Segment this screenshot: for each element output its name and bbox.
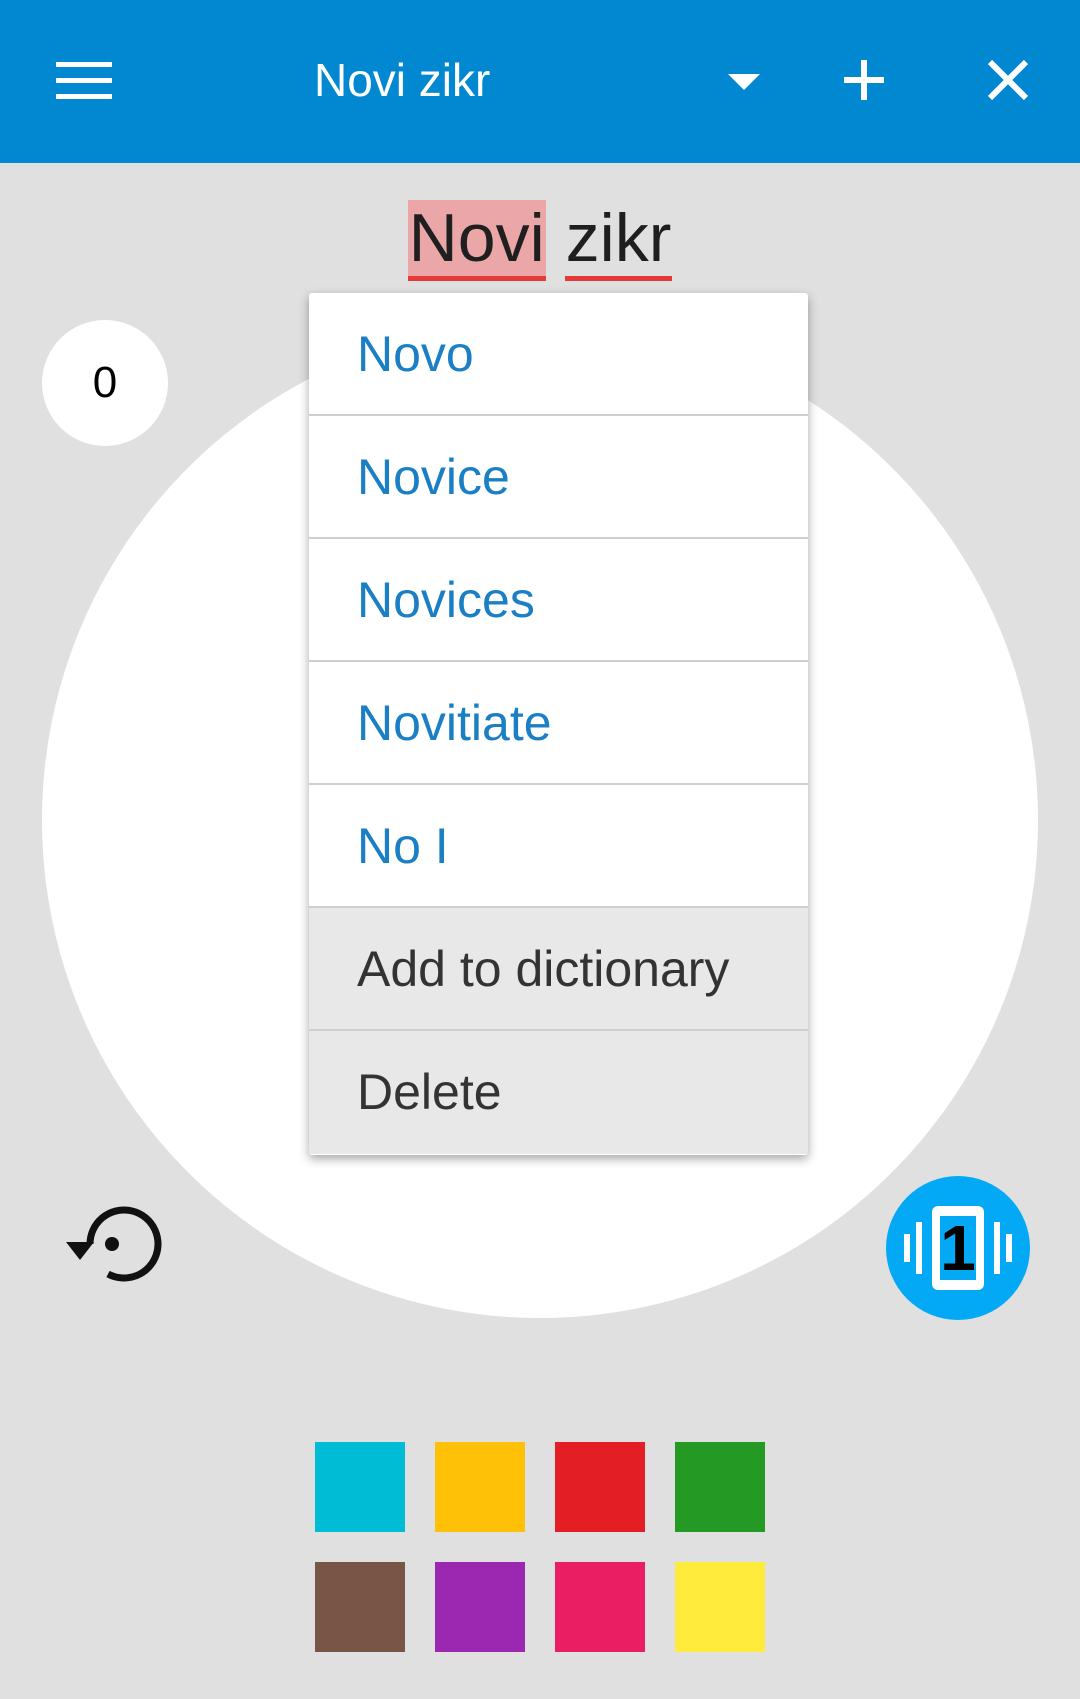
vibrate-count: 1	[940, 1212, 976, 1284]
color-swatch-red[interactable]	[555, 1442, 645, 1532]
color-swatch-pink[interactable]	[555, 1562, 645, 1652]
suggestion-item[interactable]: Novitiate	[309, 662, 808, 785]
plus-icon[interactable]	[840, 56, 888, 104]
color-swatch-green[interactable]	[675, 1442, 765, 1532]
app-title[interactable]: Novi zikr	[314, 52, 490, 108]
spellcheck-popup: Novo Novice Novices Novitiate No I Add t…	[309, 293, 808, 1155]
close-icon[interactable]	[984, 56, 1032, 104]
zikr-name-input[interactable]: Novi zikr	[0, 196, 1080, 281]
suggestion-item[interactable]: Novo	[309, 293, 808, 416]
color-swatch-cyan[interactable]	[315, 1442, 405, 1532]
suggestion-item[interactable]: Novice	[309, 416, 808, 539]
misspelled-word[interactable]: zikr	[564, 200, 673, 281]
add-to-dictionary-item[interactable]: Add to dictionary	[309, 908, 808, 1031]
app-bar: Novi zikr	[0, 0, 1080, 163]
delete-item[interactable]: Delete	[309, 1031, 808, 1154]
color-swatch-amber[interactable]	[435, 1442, 525, 1532]
reset-icon[interactable]	[60, 1196, 164, 1292]
color-swatch-yellow[interactable]	[675, 1562, 765, 1652]
color-swatch-purple[interactable]	[435, 1562, 525, 1652]
menu-icon[interactable]	[56, 62, 112, 99]
vibrate-button[interactable]: 1	[886, 1176, 1030, 1320]
color-palette	[315, 1442, 765, 1654]
count-badge: 0	[42, 320, 168, 446]
suggestion-item[interactable]: No I	[309, 785, 808, 908]
color-swatch-brown[interactable]	[315, 1562, 405, 1652]
dropdown-arrow-icon[interactable]	[726, 70, 762, 94]
misspelled-word-selected[interactable]: Novi	[407, 200, 546, 281]
suggestion-item[interactable]: Novices	[309, 539, 808, 662]
